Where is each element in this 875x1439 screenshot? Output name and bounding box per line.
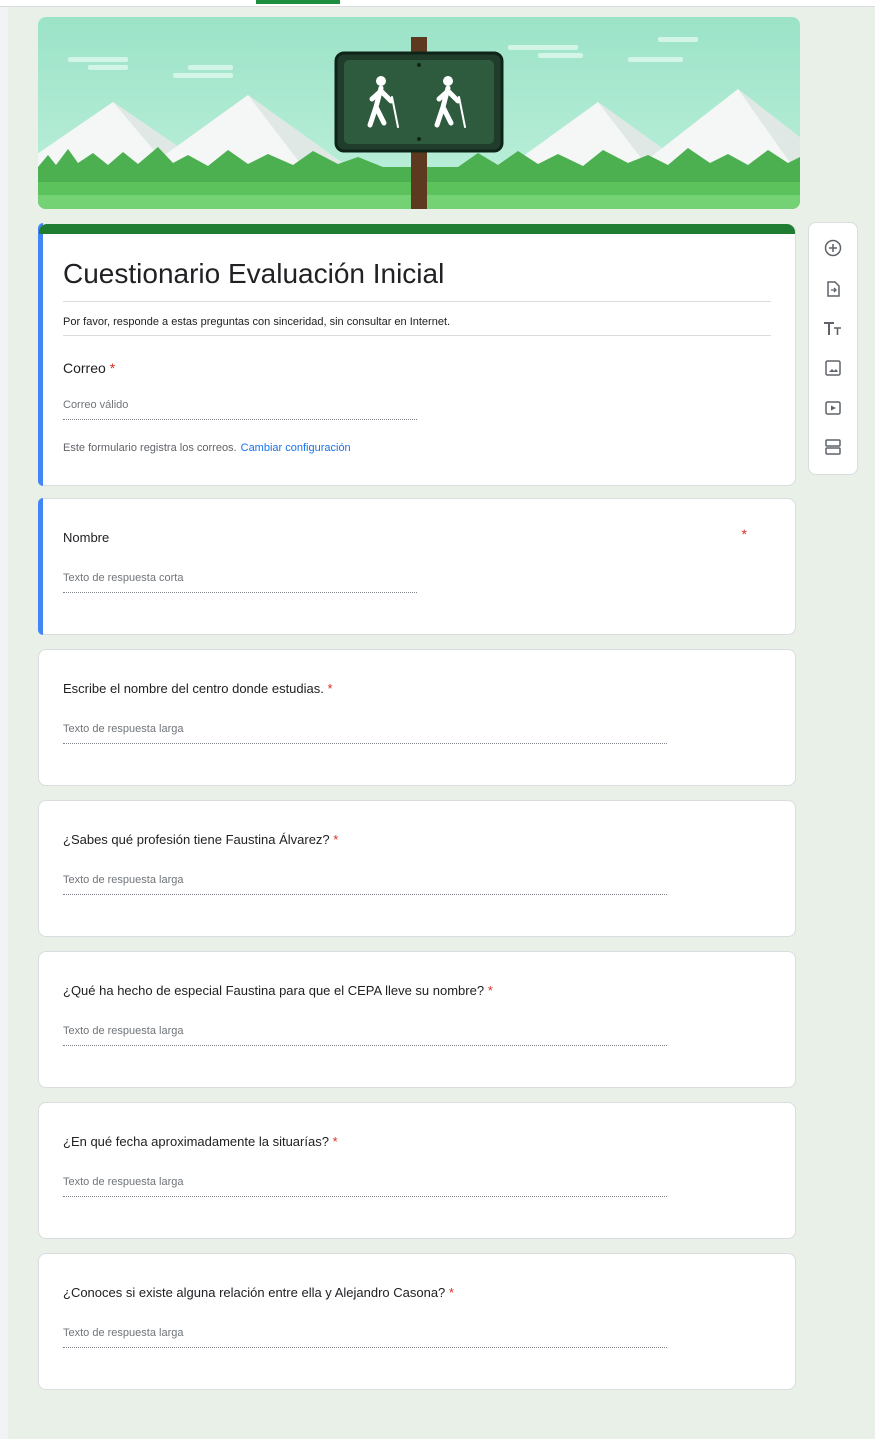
short-answer-line [63, 592, 417, 593]
add-question-icon[interactable] [822, 237, 844, 259]
question-label-text: ¿Qué ha hecho de especial Faustina para … [63, 983, 485, 998]
form-header-card[interactable]: Cuestionario Evaluación Inicial Por favo… [38, 223, 796, 486]
add-title-icon[interactable] [822, 318, 844, 340]
form-description[interactable]: Por favor, responde a estas preguntas co… [63, 316, 450, 328]
required-asterisk: * [327, 681, 333, 696]
question-card-centro[interactable]: Escribe el nombre del centro donde estud… [38, 649, 796, 786]
add-image-icon[interactable] [822, 357, 844, 379]
import-questions-icon[interactable] [822, 278, 844, 300]
question-label-text: ¿En qué fecha aproximadamente la situarí… [63, 1134, 329, 1149]
question-label-text: Escribe el nombre del centro donde estud… [63, 681, 324, 696]
question-card-nombre[interactable]: Nombre * Texto de respuesta corta [38, 498, 796, 635]
long-answer-placeholder: Texto de respuesta larga [63, 1327, 184, 1339]
question-label[interactable]: Escribe el nombre del centro donde estud… [63, 681, 333, 696]
long-answer-line [63, 894, 667, 895]
short-answer-placeholder: Texto de respuesta corta [63, 572, 184, 584]
question-label[interactable]: ¿En qué fecha aproximadamente la situarí… [63, 1134, 338, 1149]
question-card-fecha[interactable]: ¿En qué fecha aproximadamente la situarí… [38, 1102, 796, 1239]
email-note-text: Este formulario registra los correos. [63, 442, 237, 454]
theme-color-bar [39, 224, 795, 234]
required-asterisk: * [741, 526, 747, 542]
title-underline [63, 301, 771, 302]
description-underline [63, 335, 771, 336]
question-label[interactable]: ¿Qué ha hecho de especial Faustina para … [63, 983, 493, 998]
long-answer-placeholder: Texto de respuesta larga [63, 723, 184, 735]
question-card-especial[interactable]: ¿Qué ha hecho de especial Faustina para … [38, 951, 796, 1088]
top-bar [0, 0, 875, 7]
header-banner-image [38, 17, 800, 209]
long-answer-line [63, 1196, 667, 1197]
required-asterisk: * [332, 1134, 338, 1149]
long-answer-placeholder: Texto de respuesta larga [63, 874, 184, 886]
long-answer-line [63, 1045, 667, 1046]
required-asterisk: * [333, 832, 339, 847]
email-input-line [63, 419, 417, 420]
left-margin [0, 7, 8, 1439]
long-answer-placeholder: Texto de respuesta larga [63, 1176, 184, 1188]
required-asterisk: * [109, 360, 116, 376]
question-label[interactable]: ¿Conoces si existe alguna relación entre… [63, 1285, 454, 1300]
email-note: Este formulario registra los correos. Cam… [63, 442, 351, 454]
question-label[interactable]: Nombre [63, 530, 109, 545]
required-asterisk: * [487, 983, 493, 998]
question-label-text: ¿Conoces si existe alguna relación entre… [63, 1285, 446, 1300]
form-title[interactable]: Cuestionario Evaluación Inicial [63, 258, 444, 290]
add-video-icon[interactable] [822, 397, 844, 419]
active-tab-indicator [256, 0, 340, 4]
question-card-profesion[interactable]: ¿Sabes qué profesión tiene Faustina Álva… [38, 800, 796, 937]
email-placeholder: Correo válido [63, 399, 129, 411]
email-label: Correo * [63, 360, 115, 376]
long-answer-line [63, 1347, 667, 1348]
long-answer-placeholder: Texto de respuesta larga [63, 1025, 184, 1037]
question-label[interactable]: ¿Sabes qué profesión tiene Faustina Álva… [63, 832, 338, 847]
question-toolbar [808, 222, 858, 475]
required-asterisk: * [448, 1285, 454, 1300]
add-section-icon[interactable] [822, 436, 844, 458]
question-label-text: ¿Sabes qué profesión tiene Faustina Álva… [63, 832, 330, 847]
email-label-text: Correo [63, 360, 106, 376]
question-card-casona[interactable]: ¿Conoces si existe alguna relación entre… [38, 1253, 796, 1390]
long-answer-line [63, 743, 667, 744]
change-settings-link[interactable]: Cambiar configuración [241, 442, 351, 454]
